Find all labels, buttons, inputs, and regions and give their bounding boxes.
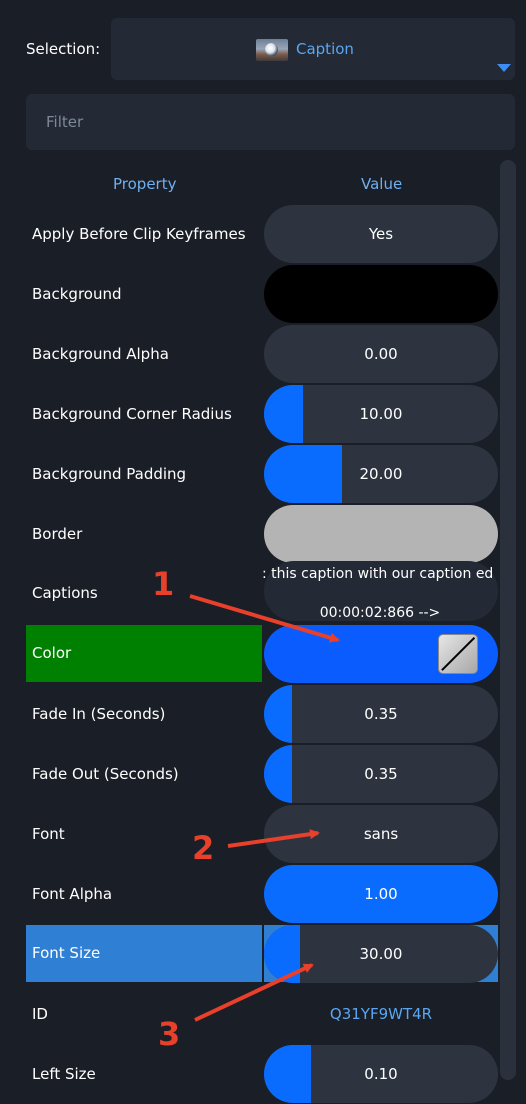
selection-value: Caption	[296, 40, 354, 58]
property-value-text: 1.00	[364, 885, 398, 903]
captions-text-line2: 00:00:02:866 -->	[319, 605, 441, 621]
color-value[interactable]	[264, 625, 498, 683]
selection-label: Selection:	[26, 40, 101, 58]
dropdown-arrow-icon[interactable]	[497, 64, 511, 72]
selection-dropdown[interactable]: Caption	[111, 18, 515, 80]
property-value-field[interactable]: sans	[264, 805, 498, 863]
property-value-slider[interactable]: 10.00	[264, 385, 498, 443]
property-label: Left Size	[32, 1065, 96, 1083]
property-value-slider[interactable]: 1.00	[264, 865, 498, 923]
property-label: Font Size	[26, 925, 262, 982]
property-value-text: 0.00	[364, 345, 398, 363]
property-value-slider[interactable]: 20.00	[264, 445, 498, 503]
property-row-font-size[interactable]: Font Size 30.00	[26, 924, 498, 984]
property-label: Background	[32, 285, 122, 303]
background-color-value[interactable]	[264, 265, 498, 323]
captions-text-line1: : this caption with our caption ed	[262, 566, 494, 582]
property-value-text: 0.35	[364, 765, 398, 783]
property-value-text: 20.00	[359, 465, 403, 483]
filter-input[interactable]	[26, 94, 515, 150]
property-row-border[interactable]: Border	[26, 504, 498, 564]
property-value-field[interactable]: 0.00	[264, 325, 498, 383]
property-label: Background Corner Radius	[32, 405, 232, 423]
property-label: Captions	[32, 584, 98, 602]
property-value-text: 0.10	[364, 1065, 398, 1083]
header-value: Value	[361, 175, 403, 193]
property-label: Color	[26, 625, 262, 682]
property-row-background[interactable]: Background	[26, 264, 498, 324]
property-row-apply-before-clip-keyframes[interactable]: Apply Before Clip Keyframes Yes	[26, 204, 498, 264]
property-value-slider[interactable]: 30.00	[264, 925, 498, 983]
id-value: Q31YF9WT4R	[329, 1005, 433, 1023]
property-label: Background Padding	[32, 465, 187, 483]
property-row-background-corner-radius[interactable]: Background Corner Radius 10.00	[26, 384, 498, 444]
property-label: Background Alpha	[32, 345, 169, 363]
property-label: Font	[32, 825, 65, 843]
annotation-label-1: 1	[152, 565, 175, 603]
property-row-fade-out[interactable]: Fade Out (Seconds) 0.35	[26, 744, 498, 804]
property-label: Border	[32, 525, 83, 543]
annotation-label-3: 3	[158, 1015, 181, 1053]
property-value-text: 0.35	[364, 705, 398, 723]
header-property: Property	[113, 175, 177, 193]
property-label: ID	[32, 1005, 48, 1023]
annotation-label-2: 2	[192, 829, 215, 867]
property-row-color[interactable]: Color	[26, 624, 498, 684]
property-row-font[interactable]: Font sans	[26, 804, 498, 864]
property-label: Apply Before Clip Keyframes	[32, 225, 246, 243]
caption-thumbnail-icon	[256, 39, 288, 61]
property-row-id[interactable]: ID Q31YF9WT4R	[26, 984, 498, 1044]
property-value-text: Yes	[368, 225, 394, 243]
border-color-value[interactable]	[264, 505, 498, 563]
property-value-slider[interactable]: 0.10	[264, 1045, 498, 1103]
property-value-field[interactable]: Yes	[264, 205, 498, 263]
property-row-background-alpha[interactable]: Background Alpha 0.00	[26, 324, 498, 384]
property-row-captions[interactable]: Captions : this caption with our caption…	[26, 561, 498, 621]
color-picker-icon[interactable]	[438, 634, 478, 674]
property-value-text: sans	[363, 825, 399, 843]
property-row-font-alpha[interactable]: Font Alpha 1.00	[26, 864, 498, 924]
property-row-left-size[interactable]: Left Size 0.10	[26, 1044, 498, 1104]
property-label: Fade Out (Seconds)	[32, 765, 179, 783]
property-value-slider[interactable]: 0.35	[264, 685, 498, 743]
scrollbar[interactable]	[500, 160, 516, 1080]
property-row-background-padding[interactable]: Background Padding 20.00	[26, 444, 498, 504]
property-label: Font Alpha	[32, 885, 113, 903]
property-value-text: 10.00	[359, 405, 403, 423]
property-value-slider[interactable]: 0.35	[264, 745, 498, 803]
property-value-text: 30.00	[359, 945, 403, 963]
property-row-fade-in[interactable]: Fade In (Seconds) 0.35	[26, 684, 498, 744]
property-label: Fade In (Seconds)	[32, 705, 166, 723]
